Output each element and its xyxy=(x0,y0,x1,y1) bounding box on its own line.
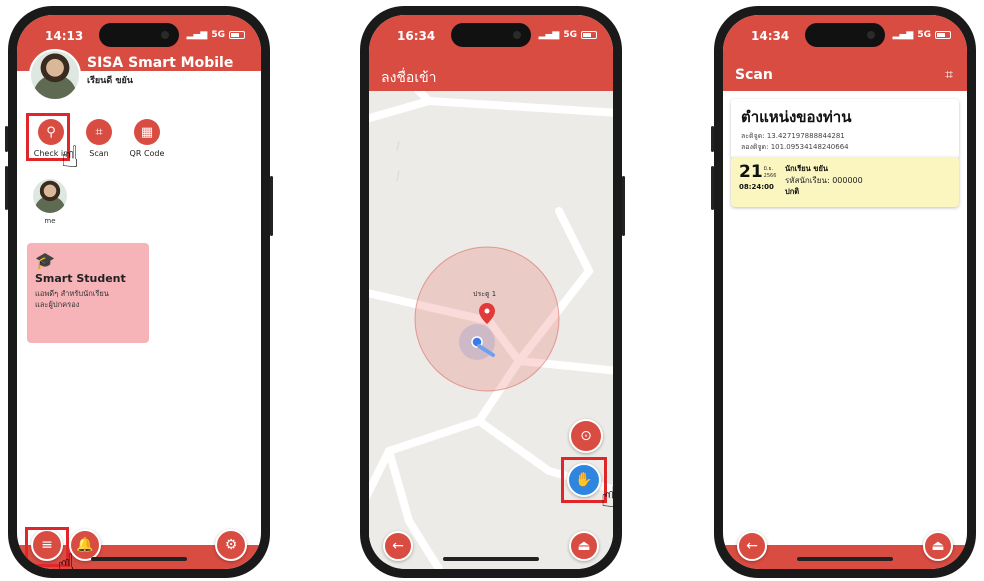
network-label: 5G xyxy=(211,30,225,40)
record-month: มิ.ย. xyxy=(763,166,774,172)
home-screen: 14:13 ▂▄▆ 5G SISA Smart Mobile เรียนดี ขย… xyxy=(17,15,261,569)
phone-home-screen: 14:13 ▂▄▆ 5G SISA Smart Mobile เรียนดี ขย… xyxy=(5,6,273,578)
scan-frame-icon[interactable]: ⌗ xyxy=(945,67,953,83)
eject-icon[interactable]: ⏏ xyxy=(923,531,953,561)
profile-me-avatar[interactable] xyxy=(31,177,69,215)
pointer-hand-icon: ☝ xyxy=(57,548,76,570)
record-day: 21 xyxy=(739,162,763,182)
pointer-hand-icon: ☝ xyxy=(61,140,80,175)
signal-icon: ▂▄▆ xyxy=(186,30,208,40)
record-time: 08:24:00 xyxy=(739,183,774,191)
latitude-text: ละติจูด: 13.427197888844281 xyxy=(741,132,845,140)
network-label: 5G xyxy=(563,30,577,40)
status-bar: 16:34 ▂▄▆ 5G xyxy=(369,15,613,63)
gear-icon[interactable]: ⚙ xyxy=(215,529,247,561)
battery-icon xyxy=(229,31,245,39)
scan-screen: 14:34 ▂▄▆ 5G Scan ⌗ ตำแหน่งของท่าน ละติจู… xyxy=(723,15,967,569)
pointer-hand-icon: ☝ xyxy=(600,480,613,515)
smart-student-card[interactable]: 🎓 Smart Student แอพดีๆ สำหรับนักเรียน แล… xyxy=(27,243,149,343)
map-marker-label: ประตู 1 xyxy=(473,290,497,298)
profile-me-label: me xyxy=(44,217,56,225)
back-arrow-icon[interactable]: ← xyxy=(737,531,767,561)
location-panel: ตำแหน่งของท่าน ละติจูด: 13.4271978888442… xyxy=(731,99,959,159)
status-time: 14:13 xyxy=(45,29,84,43)
card-desc-1: แอพดีๆ สำหรับนักเรียน xyxy=(35,289,109,298)
card-title: Smart Student xyxy=(35,272,126,285)
check-in-screen: ประตู 1 16:34 ▂▄▆ 5G ลงชื่อเข้า ⊙ ✋ ☝ ← ⏏ xyxy=(369,15,613,569)
back-arrow-icon[interactable]: ← xyxy=(383,531,413,561)
qr-code-icon: ▦ xyxy=(134,119,160,145)
scan-icon: ⌗ xyxy=(86,119,112,145)
battery-icon xyxy=(581,31,597,39)
locate-icon[interactable]: ⊙ xyxy=(569,419,603,453)
signal-icon: ▂▄▆ xyxy=(538,30,560,40)
tutorial-stage: 14:13 ▂▄▆ 5G SISA Smart Mobile เรียนดี ขย… xyxy=(0,0,984,581)
page-title: ลงชื่อเข้า xyxy=(381,70,437,86)
longitude-text: ลองติจูด: 101.09534148240664 xyxy=(741,143,849,151)
menu-qr-code-label: QR Code xyxy=(129,149,165,158)
app-title: SISA Smart Mobile xyxy=(87,55,234,71)
menu-scan-label: Scan xyxy=(89,149,109,158)
user-name: เรียนดี ขยัน xyxy=(87,76,133,86)
network-label: 5G xyxy=(917,30,931,40)
location-title: ตำแหน่งของท่าน xyxy=(741,108,852,126)
signal-icon: ▂▄▆ xyxy=(892,30,914,40)
page-title: Scan xyxy=(735,67,773,83)
card-desc-2: และผู้ปกครอง xyxy=(35,300,80,309)
record-year: 2566 xyxy=(763,173,777,179)
battery-icon xyxy=(935,31,951,39)
eject-icon[interactable]: ⏏ xyxy=(569,531,599,561)
status-time: 14:34 xyxy=(751,29,790,43)
status-bar: 14:34 ▂▄▆ 5G xyxy=(723,15,967,63)
attendance-record[interactable]: 21 มิ.ย. 2566 08:24:00 นักเรียน ขยัน รหั… xyxy=(731,157,959,207)
status-time: 16:34 xyxy=(397,29,436,43)
menu-scan[interactable]: ⌗ Scan xyxy=(75,119,123,158)
phone-check-in-screen: ประตู 1 16:34 ▂▄▆ 5G ลงชื่อเข้า ⊙ ✋ ☝ ← ⏏ xyxy=(360,6,625,578)
phone-scan-screen: 14:34 ▂▄▆ 5G Scan ⌗ ตำแหน่งของท่าน ละติจู… xyxy=(711,6,976,578)
menu-qr-code[interactable]: ▦ QR Code xyxy=(123,119,171,158)
user-avatar[interactable] xyxy=(29,49,81,101)
graduation-cap-icon: 🎓 xyxy=(35,251,55,270)
record-status: ปกติ xyxy=(785,187,800,196)
